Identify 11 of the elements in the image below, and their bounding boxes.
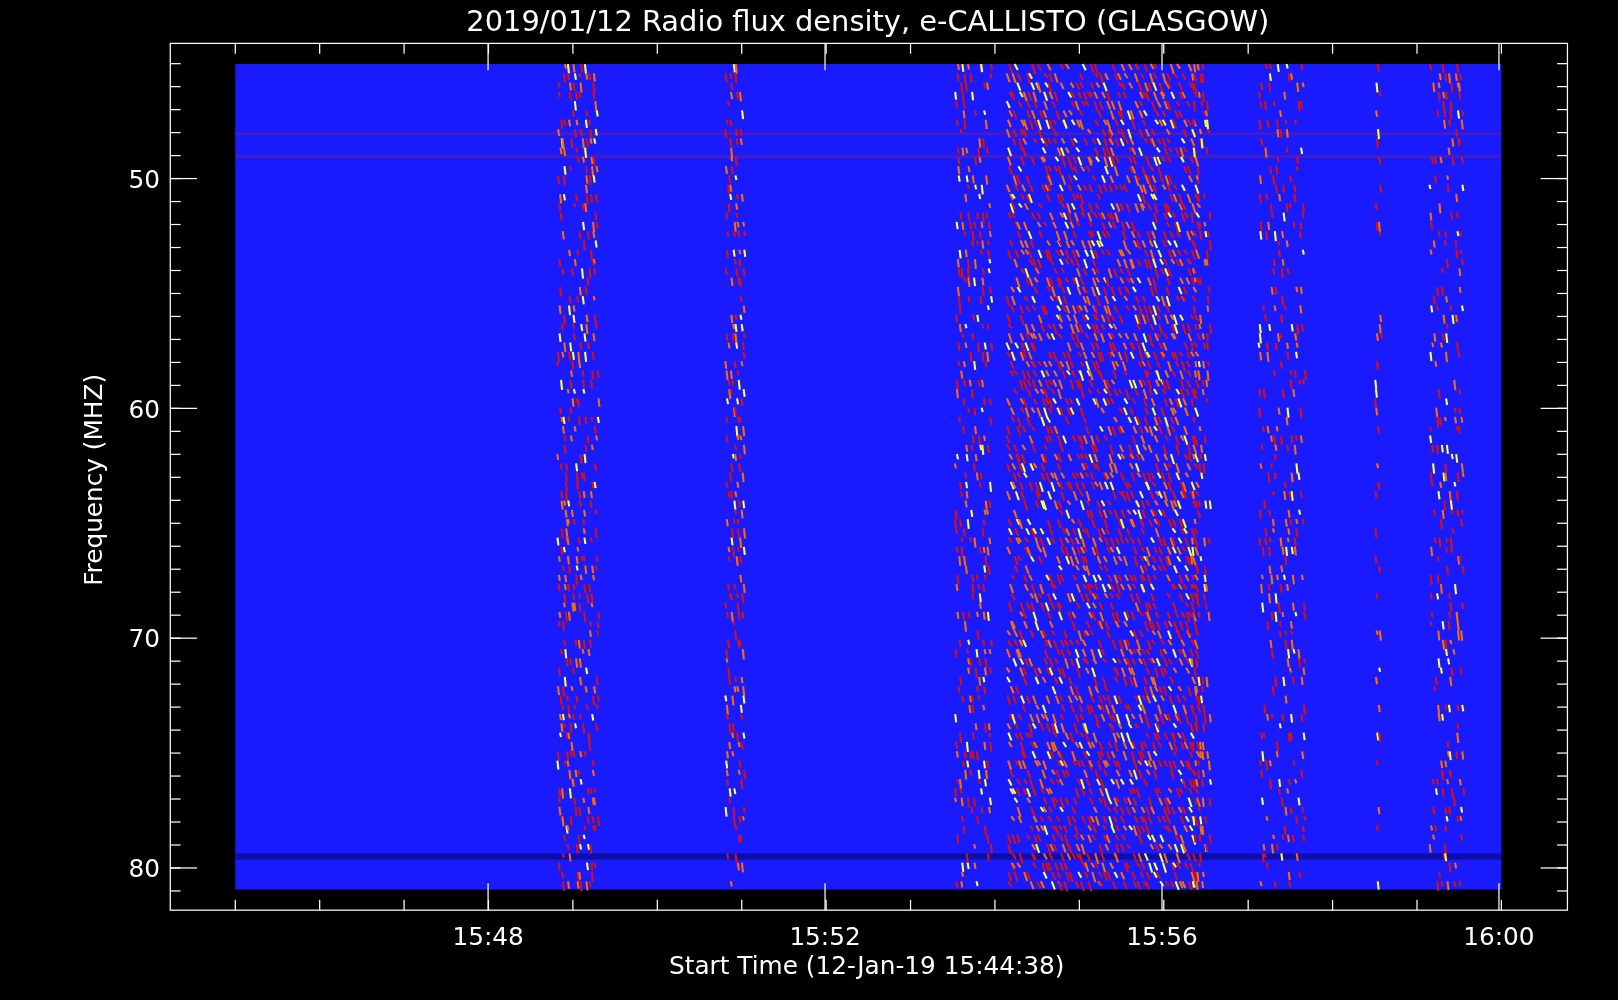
tick-label: 60 bbox=[128, 394, 160, 424]
tick-label: 15:56 bbox=[1126, 922, 1198, 952]
tick-label: 15:48 bbox=[452, 922, 524, 952]
tick-label: 80 bbox=[128, 854, 160, 884]
tick-label: 16:00 bbox=[1463, 922, 1535, 952]
tick-label: 70 bbox=[128, 624, 160, 654]
tick-label: 50 bbox=[128, 164, 160, 194]
axis-label: Frequency (MHZ) bbox=[79, 373, 109, 586]
tick-label: 15:52 bbox=[789, 922, 861, 952]
chart-title: 2019/01/12 Radio flux density, e-CALLISTO (GLASGOW) bbox=[466, 4, 1270, 38]
axis-label: Start Time (12-Jan-19 15:44:38) bbox=[669, 951, 1065, 981]
